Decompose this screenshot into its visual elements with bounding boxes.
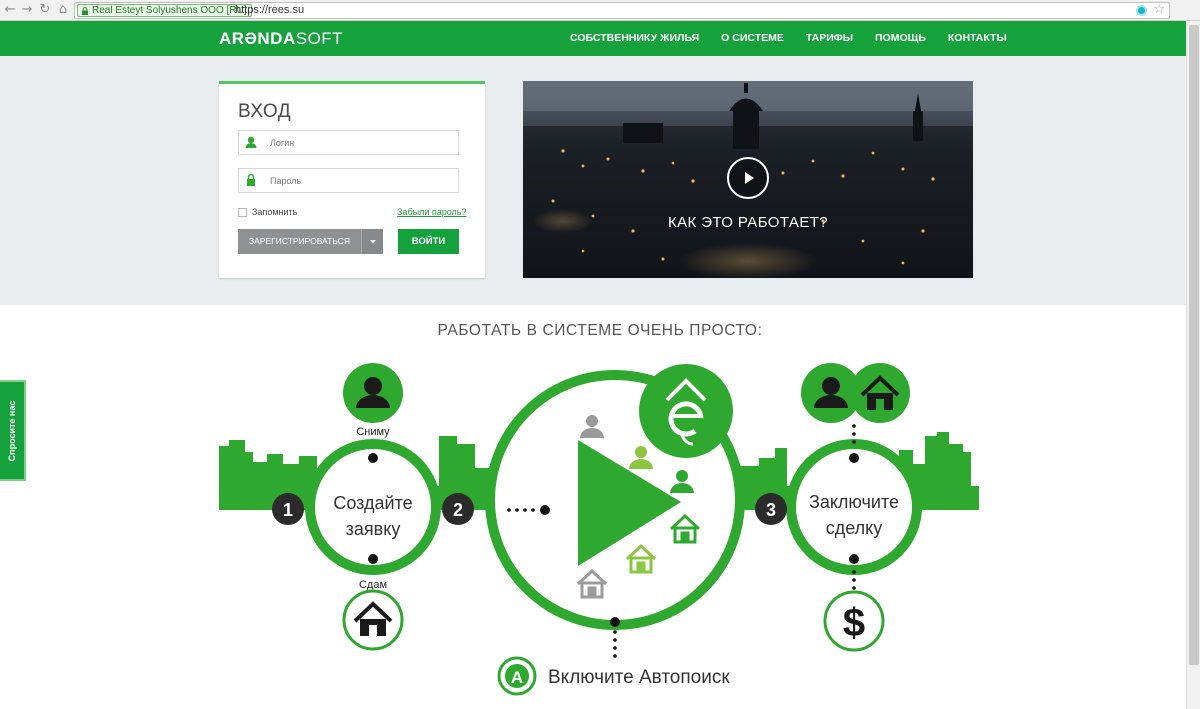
login-title: ВХОД	[238, 101, 292, 122]
password-input[interactable]	[270, 173, 450, 188]
url-text[interactable]: https://rees.su	[235, 3, 304, 18]
forward-icon[interactable]: →	[19, 2, 35, 18]
lock-icon	[82, 7, 88, 15]
home-icon[interactable]: ⌂	[55, 2, 71, 18]
login-panel: ВХОД Запомнить Забыли пароль? ЗАРЕГИСТРИ…	[219, 81, 485, 278]
section-title: РАБОТАТЬ В СИСТЕМЕ ОЧЕНЬ ПРОСТО:	[437, 322, 763, 339]
ev-label: Real Esteyt Solyushens OOO [RU]	[92, 5, 247, 16]
lease-label: Сдам	[359, 579, 387, 591]
feedback-label: Спросите нас	[7, 400, 17, 461]
step3-line2: сделку	[826, 518, 883, 538]
address-bar[interactable]: Real Esteyt Solyushens OOO [RU] https://…	[74, 2, 1170, 19]
remember-label: Запомнить	[252, 207, 298, 217]
rent-label: Сниму	[356, 426, 390, 438]
scrollbar[interactable]	[1186, 21, 1200, 709]
lease-connector-dot	[368, 554, 378, 564]
play-icon	[745, 172, 754, 184]
menu-item-owners[interactable]: СОБСТВЕННИКУ ЖИЛЬЯ	[570, 32, 699, 44]
logo-light: SOFT	[295, 29, 344, 48]
autosearch-label[interactable]: Включите Автопоиск	[548, 667, 730, 688]
bookmark-star-icon[interactable]: ☆	[1153, 2, 1165, 17]
menu-item-about[interactable]: О СИСТЕМЕ	[721, 32, 784, 44]
login-field[interactable]	[238, 130, 459, 155]
main-menu: СОБСТВЕННИКУ ЖИЛЬЯ О СИСТЕМЕ ТАРИФЫ ПОМО…	[570, 32, 1007, 44]
ev-certificate-badge[interactable]: Real Esteyt Solyushens OOO [RU]	[77, 4, 252, 17]
menu-item-contacts[interactable]: КОНТАКТЫ	[948, 32, 1007, 44]
browser-toolbar: ← → ↻ ⌂ Real Esteyt Solyushens OOO [RU] …	[0, 0, 1200, 21]
rent-connector-dot	[368, 453, 378, 463]
step3-line1: Заключите	[809, 492, 899, 512]
dollar-icon: $	[843, 601, 865, 645]
scrollbar-thumb[interactable]	[1189, 25, 1199, 665]
menu-item-tariffs[interactable]: ТАРИФЫ	[806, 32, 853, 44]
step3-number: 3	[766, 500, 776, 520]
extension-icon[interactable]	[1136, 5, 1147, 16]
back-icon[interactable]: ←	[2, 2, 18, 18]
logo[interactable]: ARƏNDASOFT	[219, 29, 343, 49]
step1-line2: заявку	[346, 519, 401, 539]
site-header: ARƏNDASOFT СОБСТВЕННИКУ ЖИЛЬЯ О СИСТЕМЕ …	[0, 21, 1186, 56]
register-label: ЗАРЕГИСТРИРОВАТЬСЯ	[248, 236, 351, 246]
process-infographic: Создайте заявку Заключите сделку 1 2 3 С…	[219, 363, 979, 696]
autosearch-letter: A	[511, 668, 523, 687]
logo-bold: ARƏNDA	[219, 29, 296, 48]
menu-item-help[interactable]: ПОМОЩЬ	[875, 32, 926, 44]
how-it-works-video[interactable]: КАК ЭТО РАБОТАЕТ?	[523, 81, 973, 278]
register-dropdown-toggle[interactable]	[361, 229, 383, 254]
reload-icon[interactable]: ↻	[37, 2, 53, 18]
brand-badge	[639, 364, 733, 458]
video-caption: КАК ЭТО РАБОТАЕТ?	[667, 214, 829, 231]
caret-down-icon	[370, 240, 376, 244]
lock-icon	[247, 173, 255, 186]
play-button[interactable]	[727, 157, 769, 199]
forgot-password-link[interactable]: Забыли пароль?	[397, 207, 466, 217]
step1-line1: Создайте	[333, 493, 412, 513]
password-field[interactable]	[238, 168, 459, 193]
remember-me[interactable]: Запомнить	[238, 207, 297, 217]
step1-number: 1	[283, 500, 293, 520]
step2-number: 2	[453, 500, 463, 520]
register-button[interactable]: ЗАРЕГИСТРИРОВАТЬСЯ	[238, 229, 383, 254]
login-input[interactable]	[270, 135, 450, 150]
login-button[interactable]: ВОЙТИ	[398, 229, 459, 254]
remember-checkbox[interactable]	[238, 207, 247, 217]
feedback-tab[interactable]: Спросите нас	[0, 380, 26, 481]
user-icon	[245, 136, 257, 148]
autosearch-connector	[610, 617, 620, 658]
